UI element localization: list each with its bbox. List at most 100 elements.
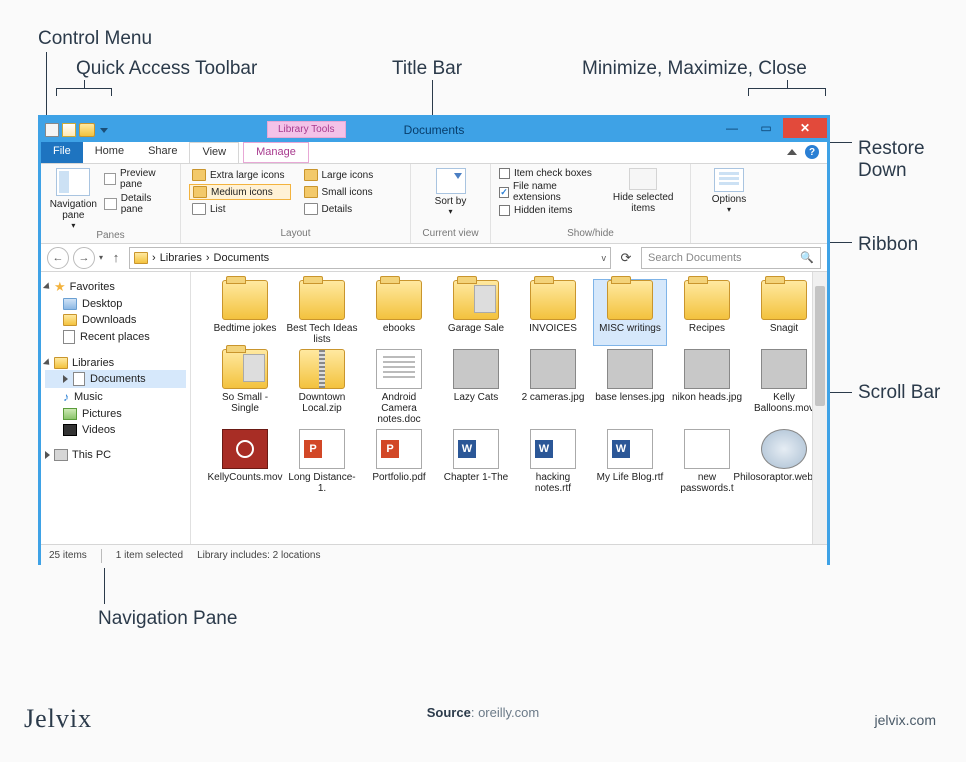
file-item[interactable]: Recipes bbox=[671, 280, 743, 345]
navtree-desktop[interactable]: Desktop bbox=[45, 296, 186, 312]
video-icon bbox=[761, 349, 807, 389]
layout-details[interactable]: Details bbox=[301, 202, 403, 216]
restore-down-button[interactable]: ▭ bbox=[749, 118, 783, 138]
layout-list[interactable]: List bbox=[189, 202, 291, 216]
tab-file[interactable]: File bbox=[41, 142, 83, 163]
file-item[interactable]: Downtown Local.zip bbox=[286, 349, 358, 425]
file-item[interactable]: So Small - Single bbox=[209, 349, 281, 425]
ribbon-group-panes: Navigation pane ▾ Preview pane Details p… bbox=[41, 164, 181, 243]
up-button[interactable]: ↑ bbox=[107, 249, 125, 267]
layout-small-icons[interactable]: Small icons bbox=[301, 184, 403, 200]
forward-button[interactable]: → bbox=[73, 247, 95, 269]
connector-line bbox=[828, 392, 852, 393]
file-item[interactable]: Bedtime jokes bbox=[209, 280, 281, 345]
breadcrumb-documents[interactable]: Documents bbox=[214, 252, 270, 264]
tab-view[interactable]: View bbox=[189, 142, 239, 163]
folder-icon bbox=[299, 280, 345, 320]
chevron-down-icon[interactable]: v bbox=[602, 253, 607, 263]
qat-dropdown-icon[interactable] bbox=[100, 128, 108, 133]
folder-icon bbox=[607, 280, 653, 320]
folder-icon bbox=[761, 280, 807, 320]
navtree-downloads[interactable]: Downloads bbox=[45, 312, 186, 328]
file-item[interactable]: ebooks bbox=[363, 280, 435, 345]
status-library-locations: Library includes: 2 locations bbox=[197, 550, 320, 561]
help-icon[interactable]: ? bbox=[805, 145, 819, 159]
file-item[interactable]: new passwords.t bbox=[671, 429, 743, 494]
history-dropdown-icon[interactable]: ▾ bbox=[99, 253, 103, 262]
details-pane-button[interactable]: Details pane bbox=[104, 193, 172, 215]
tab-share[interactable]: Share bbox=[136, 142, 189, 163]
layout-extra-large-icons[interactable]: Extra large icons bbox=[189, 168, 291, 182]
file-item[interactable]: INVOICES bbox=[517, 280, 589, 345]
navtree-favorites[interactable]: ★Favorites bbox=[45, 278, 186, 296]
navtree-pictures[interactable]: Pictures bbox=[45, 406, 186, 422]
navigation-pane-button[interactable]: Navigation pane ▾ bbox=[49, 168, 98, 230]
file-item[interactable]: My Life Blog.rtf bbox=[594, 429, 666, 494]
window-title: Documents bbox=[404, 123, 465, 137]
navigation-pane-label: Navigation pane bbox=[49, 199, 98, 221]
hide-selected-items-button[interactable]: Hide selected items bbox=[604, 168, 682, 214]
preview-pane-label: Preview pane bbox=[120, 168, 172, 190]
file-item[interactable]: hacking notes.rtf bbox=[517, 429, 589, 494]
file-item[interactable]: Kelly Balloons.mov bbox=[748, 349, 820, 425]
search-input[interactable]: Search Documents 🔍 bbox=[641, 247, 821, 269]
powerpoint-icon bbox=[299, 429, 345, 469]
navtree-recent-places[interactable]: Recent places bbox=[45, 328, 186, 346]
file-item[interactable]: Garage Sale bbox=[440, 280, 512, 345]
file-item-selected[interactable]: MISC writings bbox=[594, 280, 666, 345]
file-item[interactable]: Philosoraptor.webarchi bbox=[748, 429, 820, 494]
status-item-count: 25 items bbox=[49, 550, 87, 561]
annotation-restore-down: Restore Down bbox=[858, 138, 966, 182]
file-item[interactable]: Snagit bbox=[748, 280, 820, 345]
file-item[interactable]: Long Distance-1. bbox=[286, 429, 358, 494]
file-item[interactable]: base lenses.jpg bbox=[594, 349, 666, 425]
folder-icon bbox=[304, 169, 318, 181]
checkbox-hidden-items[interactable]: Hidden items bbox=[499, 205, 596, 216]
annotation-ribbon: Ribbon bbox=[858, 234, 918, 256]
connector-line bbox=[84, 80, 85, 88]
list-icon bbox=[192, 203, 206, 215]
navtree-videos[interactable]: Videos bbox=[45, 422, 186, 438]
hide-selected-label: Hide selected items bbox=[604, 192, 682, 214]
control-menu-icon[interactable] bbox=[45, 123, 59, 137]
title-bar[interactable]: Library Tools Documents — ▭ ✕ bbox=[41, 118, 827, 142]
tab-home[interactable]: Home bbox=[83, 142, 136, 163]
navtree-documents[interactable]: Documents bbox=[45, 370, 186, 388]
breadcrumb[interactable]: › Libraries › Documents v bbox=[129, 247, 611, 269]
vertical-scrollbar[interactable] bbox=[812, 272, 827, 544]
expand-icon bbox=[43, 282, 52, 291]
file-item[interactable]: Android Camera notes.doc bbox=[363, 349, 435, 425]
folder-icon bbox=[304, 186, 318, 198]
minimize-button[interactable]: — bbox=[715, 118, 749, 138]
qat-new-icon[interactable] bbox=[62, 123, 76, 137]
file-item[interactable]: KellyCounts.mov bbox=[209, 429, 281, 494]
navtree-this-pc[interactable]: This PC bbox=[45, 448, 186, 462]
layout-large-icons[interactable]: Large icons bbox=[301, 168, 403, 182]
qat-folder-icon[interactable] bbox=[79, 123, 95, 137]
annotation-navigation-pane: Navigation Pane bbox=[98, 608, 237, 630]
file-item[interactable]: Best Tech Ideas lists bbox=[286, 280, 358, 345]
text-icon bbox=[684, 429, 730, 469]
tab-manage[interactable]: Manage bbox=[243, 142, 309, 163]
navtree-music[interactable]: ♪Music bbox=[45, 388, 186, 406]
hide-selected-icon bbox=[629, 168, 657, 190]
file-item[interactable]: 2 cameras.jpg bbox=[517, 349, 589, 425]
navtree-libraries[interactable]: Libraries bbox=[45, 356, 186, 370]
file-list: Bedtime jokes Best Tech Ideas lists eboo… bbox=[191, 272, 827, 544]
options-button[interactable]: Options ▾ bbox=[699, 168, 759, 214]
back-button[interactable]: ← bbox=[47, 247, 69, 269]
file-item[interactable]: nikon heads.jpg bbox=[671, 349, 743, 425]
collapse-ribbon-icon[interactable] bbox=[787, 149, 797, 155]
checkbox-icon bbox=[499, 168, 510, 179]
checkbox-file-name-extensions[interactable]: ✓File name extensions bbox=[499, 181, 596, 203]
close-button[interactable]: ✕ bbox=[783, 118, 827, 138]
preview-pane-button[interactable]: Preview pane bbox=[104, 168, 172, 190]
file-item[interactable]: Chapter 1-The bbox=[440, 429, 512, 494]
file-item[interactable]: Lazy Cats bbox=[440, 349, 512, 425]
layout-medium-icons[interactable]: Medium icons bbox=[189, 184, 291, 200]
sort-by-button[interactable]: Sort by ▾ bbox=[419, 168, 482, 216]
refresh-button[interactable]: ⟳ bbox=[615, 247, 637, 269]
file-item[interactable]: Portfolio.pdf bbox=[363, 429, 435, 494]
checkbox-item-check-boxes[interactable]: Item check boxes bbox=[499, 168, 596, 179]
breadcrumb-libraries[interactable]: Libraries bbox=[160, 252, 202, 264]
